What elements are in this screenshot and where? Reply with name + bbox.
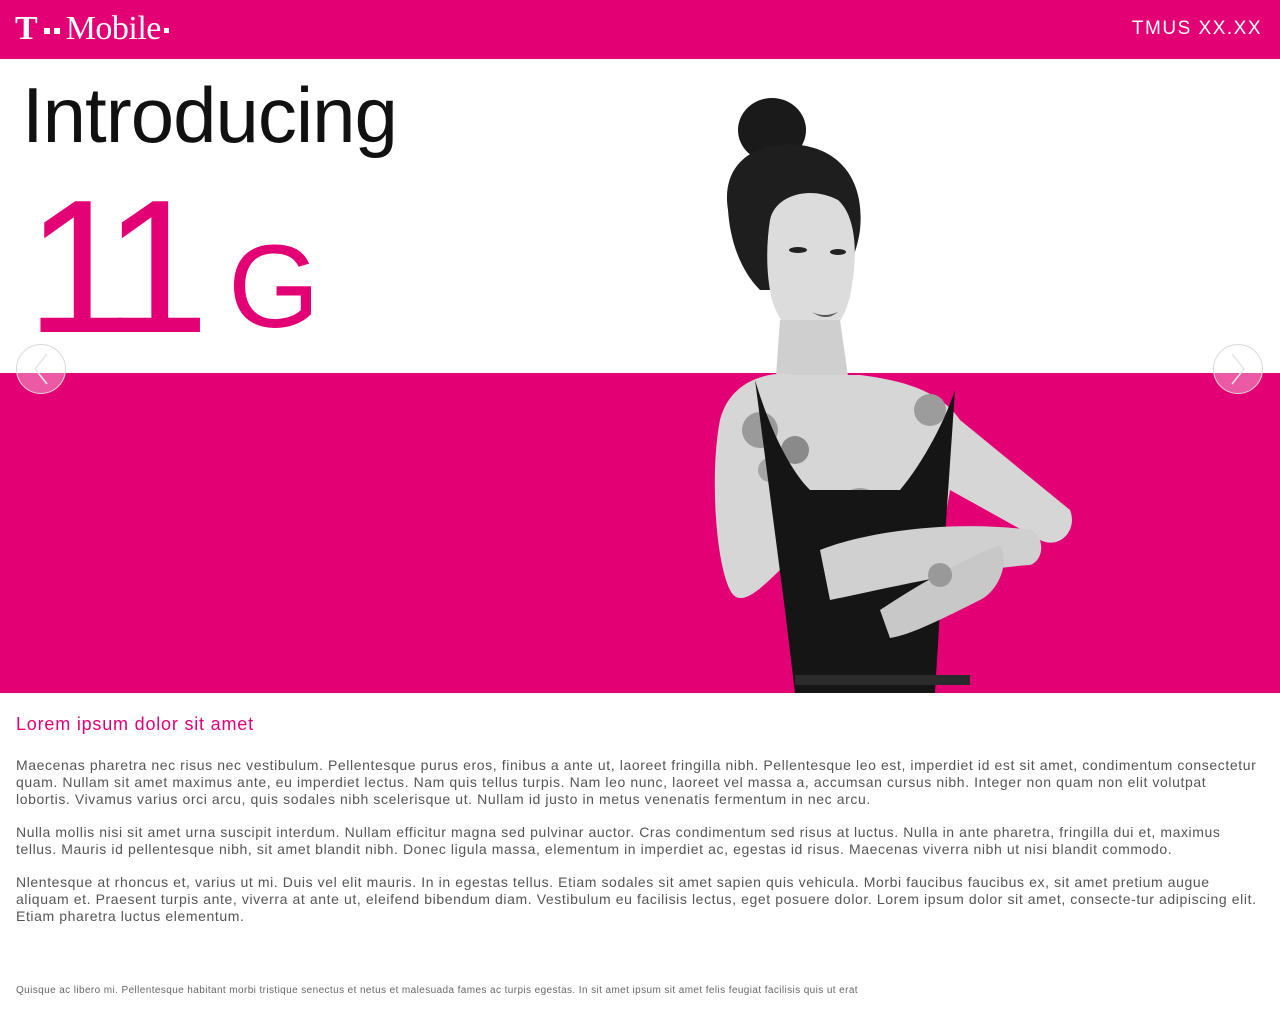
content-section: Lorem ipsum dolor sit amet Maecenas phar… [16, 714, 1264, 941]
content-headline: Lorem ipsum dolor sit amet [16, 714, 254, 734]
hero-intro-text: Introducing [22, 71, 398, 159]
logo-t: T [15, 10, 38, 47]
hero-suffix: G [228, 221, 320, 353]
hero-person-image [714, 98, 1072, 693]
footer-disclaimer: Quisque ac libero mi. Pellentesque habit… [16, 985, 858, 996]
logo-dot [163, 27, 169, 33]
next-slide-button[interactable] [1213, 344, 1263, 394]
logo-wordmark: Mobile [65, 10, 162, 47]
prev-slide-button[interactable] [16, 344, 66, 394]
stock-ticker: TMUS XX.XX [1131, 18, 1262, 39]
chevron-left-icon [33, 353, 48, 385]
tmobile-logo[interactable]: T Mobile [15, 12, 169, 46]
header-bar: T Mobile TMUS XX.XX [0, 0, 1280, 59]
hero-pink-band [0, 373, 1280, 693]
paragraph-1: Maecenas pharetra nec risus nec vestibul… [16, 757, 1257, 807]
hero-number: 11 [26, 161, 209, 373]
paragraph-3: Nlentesque at rhoncus et, varius ut mi. … [16, 874, 1257, 924]
paragraph-2: Nulla mollis nisi sit amet urna suscipit… [16, 824, 1221, 857]
chevron-right-icon [1231, 353, 1246, 385]
logo-dots [43, 28, 60, 34]
